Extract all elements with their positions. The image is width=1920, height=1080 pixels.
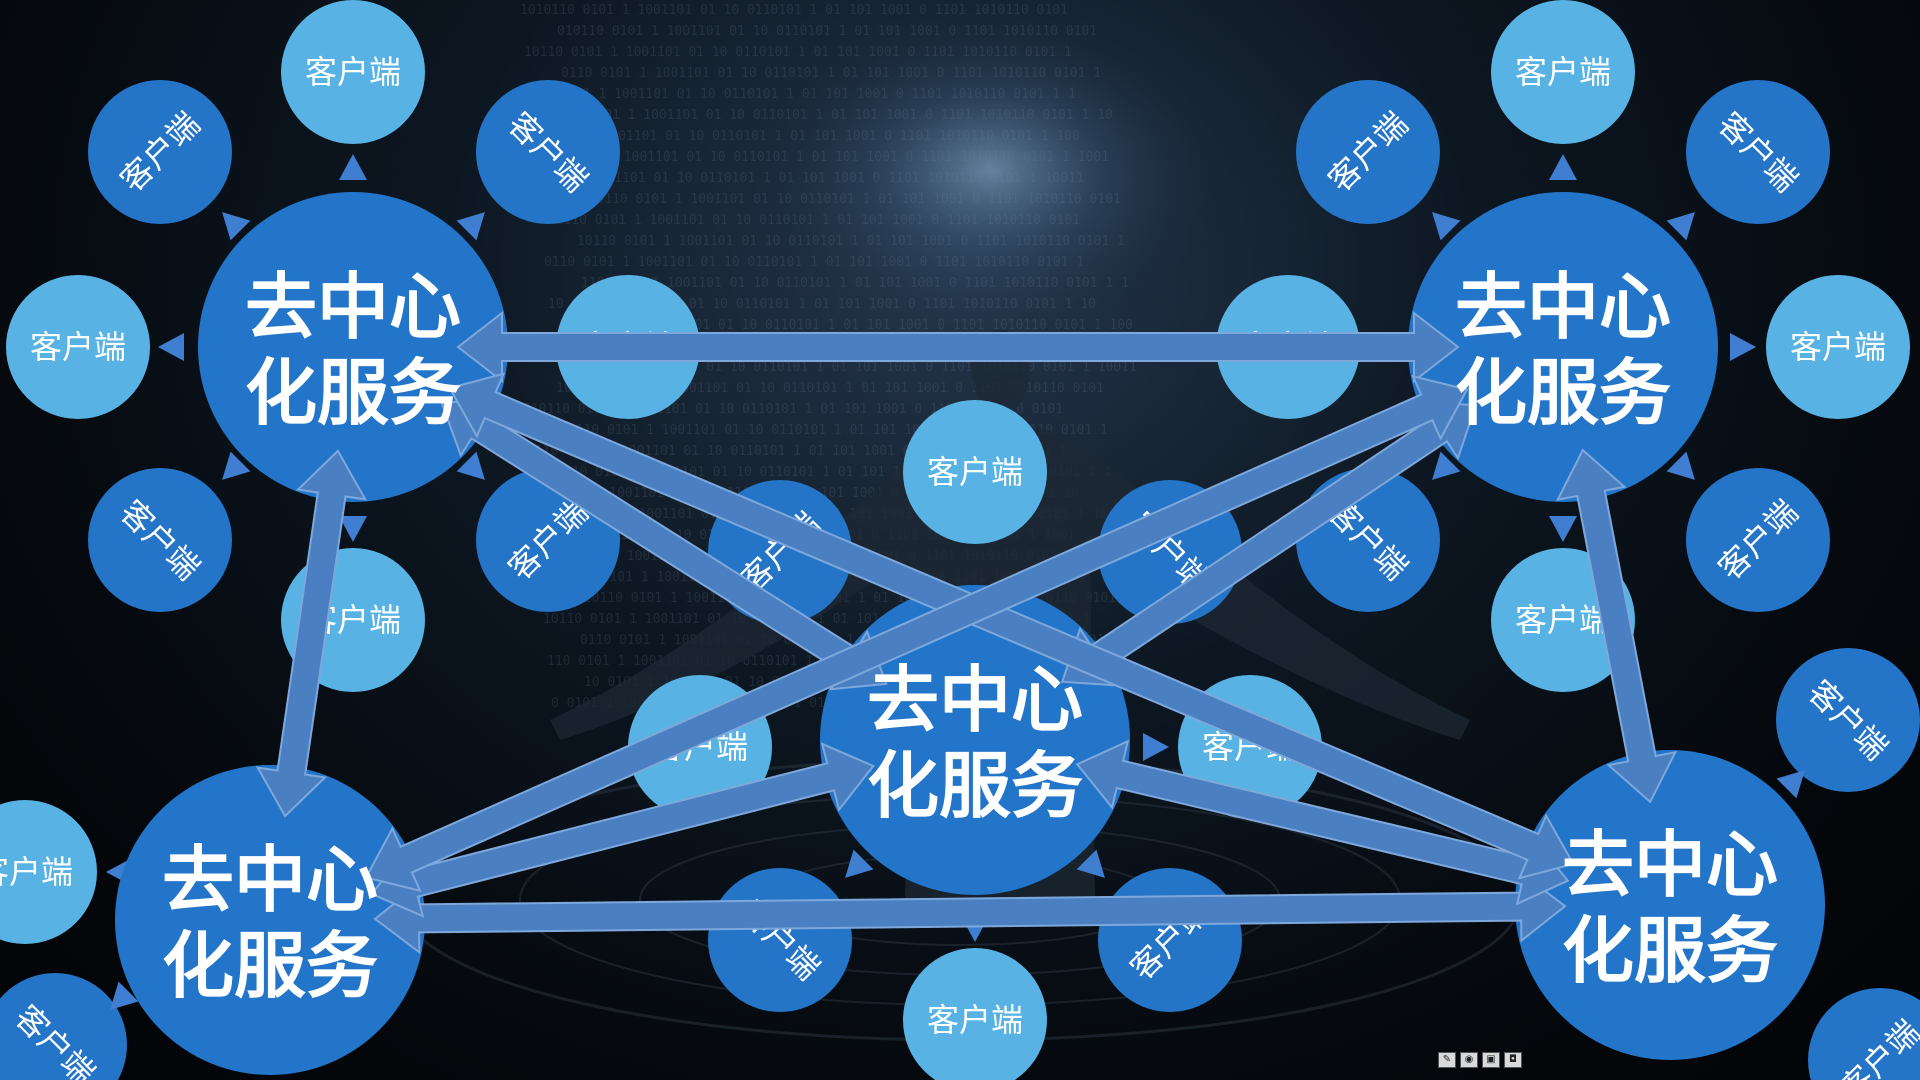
direction-triangle xyxy=(339,154,367,180)
client-node: 客户端 xyxy=(1686,468,1830,612)
client-node: 客户端 xyxy=(1686,80,1830,224)
client-label: 客户端 xyxy=(1515,601,1611,639)
client-label: 客户端 xyxy=(0,853,73,891)
client-node: 客户端 xyxy=(88,80,232,224)
direction-triangle xyxy=(1549,516,1577,542)
server-label-line: 化服务 xyxy=(867,744,1083,828)
direction-triangle xyxy=(158,333,184,361)
server-label-line: 化服务 xyxy=(162,924,378,1008)
client-label: 客户端 xyxy=(927,453,1023,491)
server-label-line: 去中心 xyxy=(162,838,378,922)
direction-triangle xyxy=(339,516,367,542)
client-node: 客户端 xyxy=(1098,868,1242,1012)
server-label-line: 去中心 xyxy=(867,658,1083,742)
client-node: 客户端 xyxy=(1776,648,1920,792)
server-label-line: 去中心 xyxy=(1562,823,1778,907)
lock-icon[interactable]: ◘ xyxy=(1504,1052,1522,1068)
client-label: 客户端 xyxy=(927,1001,1023,1039)
client-node: 客户端 xyxy=(1808,988,1920,1080)
diagram-stage: 1010110 0101 1 1001101 01 10 0110101 1 0… xyxy=(0,0,1920,1080)
server-label-line: 化服务 xyxy=(1455,351,1671,435)
server-label-line: 化服务 xyxy=(245,351,461,435)
client-node: 客户端 xyxy=(476,80,620,224)
camera-icon[interactable]: ◉ xyxy=(1460,1052,1478,1068)
client-node: 客户端 xyxy=(88,468,232,612)
client-node: 客户端 xyxy=(281,0,425,144)
save-icon[interactable]: ▣ xyxy=(1482,1052,1500,1068)
client-node: 客户端 xyxy=(1766,275,1910,419)
client-label: 客户端 xyxy=(305,53,401,91)
client-node: 客户端 xyxy=(0,973,127,1080)
direction-triangle xyxy=(456,451,485,480)
direction-triangle xyxy=(1143,733,1169,761)
direction-triangle xyxy=(1076,849,1105,878)
client-node: 客户端 xyxy=(1491,0,1635,144)
direction-triangle xyxy=(1549,154,1577,180)
client-label: 客户端 xyxy=(1515,53,1611,91)
client-node: 客户端 xyxy=(903,400,1047,544)
server-label-line: 去中心 xyxy=(245,265,461,349)
client-node: 客户端 xyxy=(6,275,150,419)
direction-triangle xyxy=(456,212,485,241)
direction-triangle xyxy=(845,849,874,878)
client-node: 客户端 xyxy=(0,800,97,944)
direction-triangle xyxy=(1666,212,1695,241)
network-diagram: 客户端客户端 客户端客户端客户端 客户端客户端客户端客户端 客户端客户端客户端 客户端客… xyxy=(0,0,1920,1080)
eraser-icon[interactable]: ✎ xyxy=(1438,1052,1456,1068)
server-label-line: 去中心 xyxy=(1455,265,1671,349)
client-label: 客户端 xyxy=(1790,328,1886,366)
client-node: 客户端 xyxy=(1296,80,1440,224)
direction-triangle xyxy=(1666,451,1695,480)
client-node: 客户端 xyxy=(903,948,1047,1080)
client-label: 客户端 xyxy=(30,328,126,366)
direction-triangle xyxy=(1730,333,1756,361)
direction-triangle xyxy=(1432,212,1461,241)
server-label-line: 化服务 xyxy=(1562,909,1778,993)
direction-triangle xyxy=(222,212,251,241)
mini-toolbar: ✎ ◉ ▣ ◘ xyxy=(1438,1052,1522,1070)
client-node: 客户端 xyxy=(708,868,852,1012)
